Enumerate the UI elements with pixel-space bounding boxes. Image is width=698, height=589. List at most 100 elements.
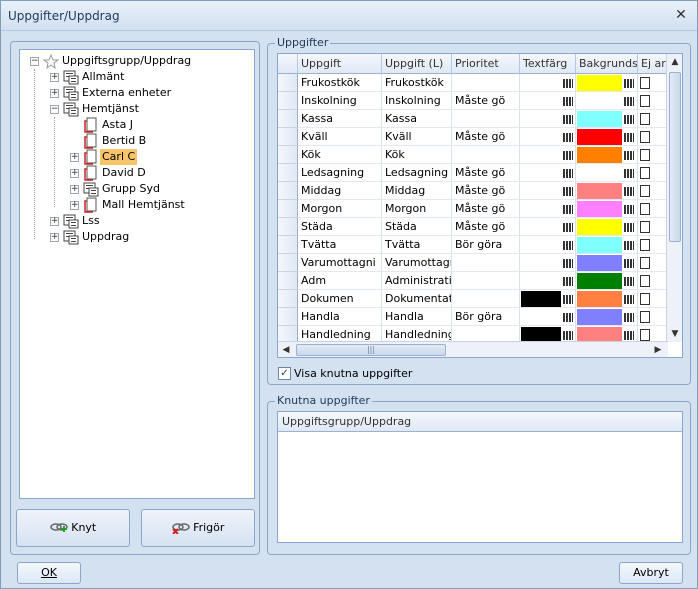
background-color-cell[interactable]: [576, 308, 638, 326]
ej-ar-cell[interactable]: [638, 254, 668, 272]
color-picker-icon[interactable]: [623, 149, 635, 161]
table-cell[interactable]: Kväll: [382, 128, 452, 146]
table-cell[interactable]: Middag: [298, 182, 382, 200]
table-cell[interactable]: Måste gö: [452, 218, 520, 236]
text-color-cell[interactable]: [520, 308, 576, 326]
horizontal-scrollbar[interactable]: ◀ ||| ▶: [278, 341, 668, 357]
table-row[interactable]: Frukostkök Frukostkök: [278, 74, 668, 92]
table-cell[interactable]: Inskolning: [382, 92, 452, 110]
expand-icon[interactable]: +: [50, 73, 59, 82]
close-button[interactable]: ✕: [673, 8, 689, 24]
color-picker-icon[interactable]: [562, 77, 574, 89]
ej-ar-cell[interactable]: [638, 164, 668, 182]
table-row[interactable]: Kväll Kväll Måste gö: [278, 128, 668, 146]
ej-ar-cell[interactable]: [638, 92, 668, 110]
table-cell[interactable]: Städa: [382, 218, 452, 236]
color-picker-icon[interactable]: [623, 95, 635, 107]
table-row[interactable]: Ledsagning Ledsagning Måste gö: [278, 164, 668, 182]
column-header[interactable]: Uppgift (L): [382, 54, 452, 74]
ej-ar-cell[interactable]: [638, 110, 668, 128]
text-color-cell[interactable]: [520, 200, 576, 218]
table-cell[interactable]: Tvätta: [382, 236, 452, 254]
knutna-column-header[interactable]: Uppgiftsgrupp/Uppdrag: [278, 412, 682, 432]
collapse-icon[interactable]: −: [50, 105, 59, 114]
ej-ar-cell[interactable]: [638, 200, 668, 218]
color-picker-icon[interactable]: [562, 293, 574, 305]
background-color-cell[interactable]: [576, 74, 638, 92]
color-picker-icon[interactable]: [623, 203, 635, 215]
table-row[interactable]: Inskolning Inskolning Måste gö: [278, 92, 668, 110]
table-cell[interactable]: [452, 290, 520, 308]
color-picker-icon[interactable]: [562, 221, 574, 233]
ej-ar-checkbox[interactable]: [640, 311, 650, 323]
table-cell[interactable]: Dokumen: [298, 290, 382, 308]
color-picker-icon[interactable]: [623, 329, 635, 341]
ej-ar-cell[interactable]: [638, 74, 668, 92]
ej-ar-checkbox[interactable]: [640, 149, 650, 161]
expand-icon[interactable]: +: [70, 201, 79, 210]
scroll-right-icon[interactable]: ▶: [650, 342, 666, 357]
table-row[interactable]: Middag Middag Måste gö: [278, 182, 668, 200]
background-color-cell[interactable]: [576, 92, 638, 110]
table-row[interactable]: Kök Kök: [278, 146, 668, 164]
text-color-cell[interactable]: [520, 272, 576, 290]
table-cell[interactable]: Middag: [382, 182, 452, 200]
table-row[interactable]: DokumenDokumentatio: [278, 290, 668, 308]
color-picker-icon[interactable]: [623, 257, 635, 269]
ej-ar-checkbox[interactable]: [640, 239, 650, 251]
background-color-cell[interactable]: [576, 110, 638, 128]
ej-ar-checkbox[interactable]: [640, 185, 650, 197]
table-cell[interactable]: Måste gö: [452, 128, 520, 146]
table-cell[interactable]: Handla: [382, 308, 452, 326]
table-cell[interactable]: Handla: [298, 308, 382, 326]
table-row[interactable]: Handla Handla Bör göra: [278, 308, 668, 326]
avbryt-button[interactable]: Avbryt: [619, 562, 683, 584]
show-linked-label[interactable]: Visa knutna uppgifter: [294, 367, 412, 380]
horizontal-scroll-thumb[interactable]: |||: [296, 344, 446, 356]
table-cell[interactable]: Måste gö: [452, 92, 520, 110]
table-cell[interactable]: Varumottagni: [382, 254, 452, 272]
color-picker-icon[interactable]: [623, 113, 635, 125]
color-picker-icon[interactable]: [562, 257, 574, 269]
vertical-scrollbar[interactable]: ▲ ▼: [666, 54, 682, 342]
text-color-cell[interactable]: [520, 236, 576, 254]
ok-button[interactable]: OK: [17, 562, 81, 584]
background-color-cell[interactable]: [576, 254, 638, 272]
text-color-cell[interactable]: [520, 110, 576, 128]
table-cell[interactable]: [452, 146, 520, 164]
text-color-cell[interactable]: [520, 182, 576, 200]
text-color-cell[interactable]: [520, 92, 576, 110]
table-cell[interactable]: Kassa: [382, 110, 452, 128]
table-cell[interactable]: Morgon: [298, 200, 382, 218]
table-row[interactable]: Städa Städa Måste gö: [278, 218, 668, 236]
table-cell[interactable]: [452, 74, 520, 92]
color-picker-icon[interactable]: [623, 77, 635, 89]
table-row[interactable]: Kassa Kassa: [278, 110, 668, 128]
text-color-cell[interactable]: [520, 218, 576, 236]
table-cell[interactable]: Städa: [298, 218, 382, 236]
column-header[interactable]: Uppgift: [298, 54, 382, 74]
column-header[interactable]: Ej ar: [638, 54, 668, 74]
color-picker-icon[interactable]: [623, 167, 635, 179]
table-cell[interactable]: Kväll: [298, 128, 382, 146]
color-picker-icon[interactable]: [562, 239, 574, 251]
ej-ar-cell[interactable]: [638, 272, 668, 290]
color-picker-icon[interactable]: [562, 95, 574, 107]
color-picker-icon[interactable]: [562, 311, 574, 323]
table-cell[interactable]: Bör göra: [452, 308, 520, 326]
table-cell[interactable]: Måste gö: [452, 164, 520, 182]
column-header[interactable]: Bakgrundsf: [576, 54, 638, 74]
table-cell[interactable]: Frukostkök: [298, 74, 382, 92]
color-picker-icon[interactable]: [623, 185, 635, 197]
table-cell[interactable]: Administratio: [382, 272, 452, 290]
ej-ar-checkbox[interactable]: [640, 203, 650, 215]
table-cell[interactable]: Morgon: [382, 200, 452, 218]
table-row[interactable]: Adm Administratio: [278, 272, 668, 290]
ej-ar-checkbox[interactable]: [640, 257, 650, 269]
table-cell[interactable]: Kassa: [298, 110, 382, 128]
background-color-cell[interactable]: [576, 200, 638, 218]
background-color-cell[interactable]: [576, 218, 638, 236]
ej-ar-cell[interactable]: [638, 290, 668, 308]
table-cell[interactable]: Bör göra: [452, 236, 520, 254]
table-cell[interactable]: Inskolning: [298, 92, 382, 110]
